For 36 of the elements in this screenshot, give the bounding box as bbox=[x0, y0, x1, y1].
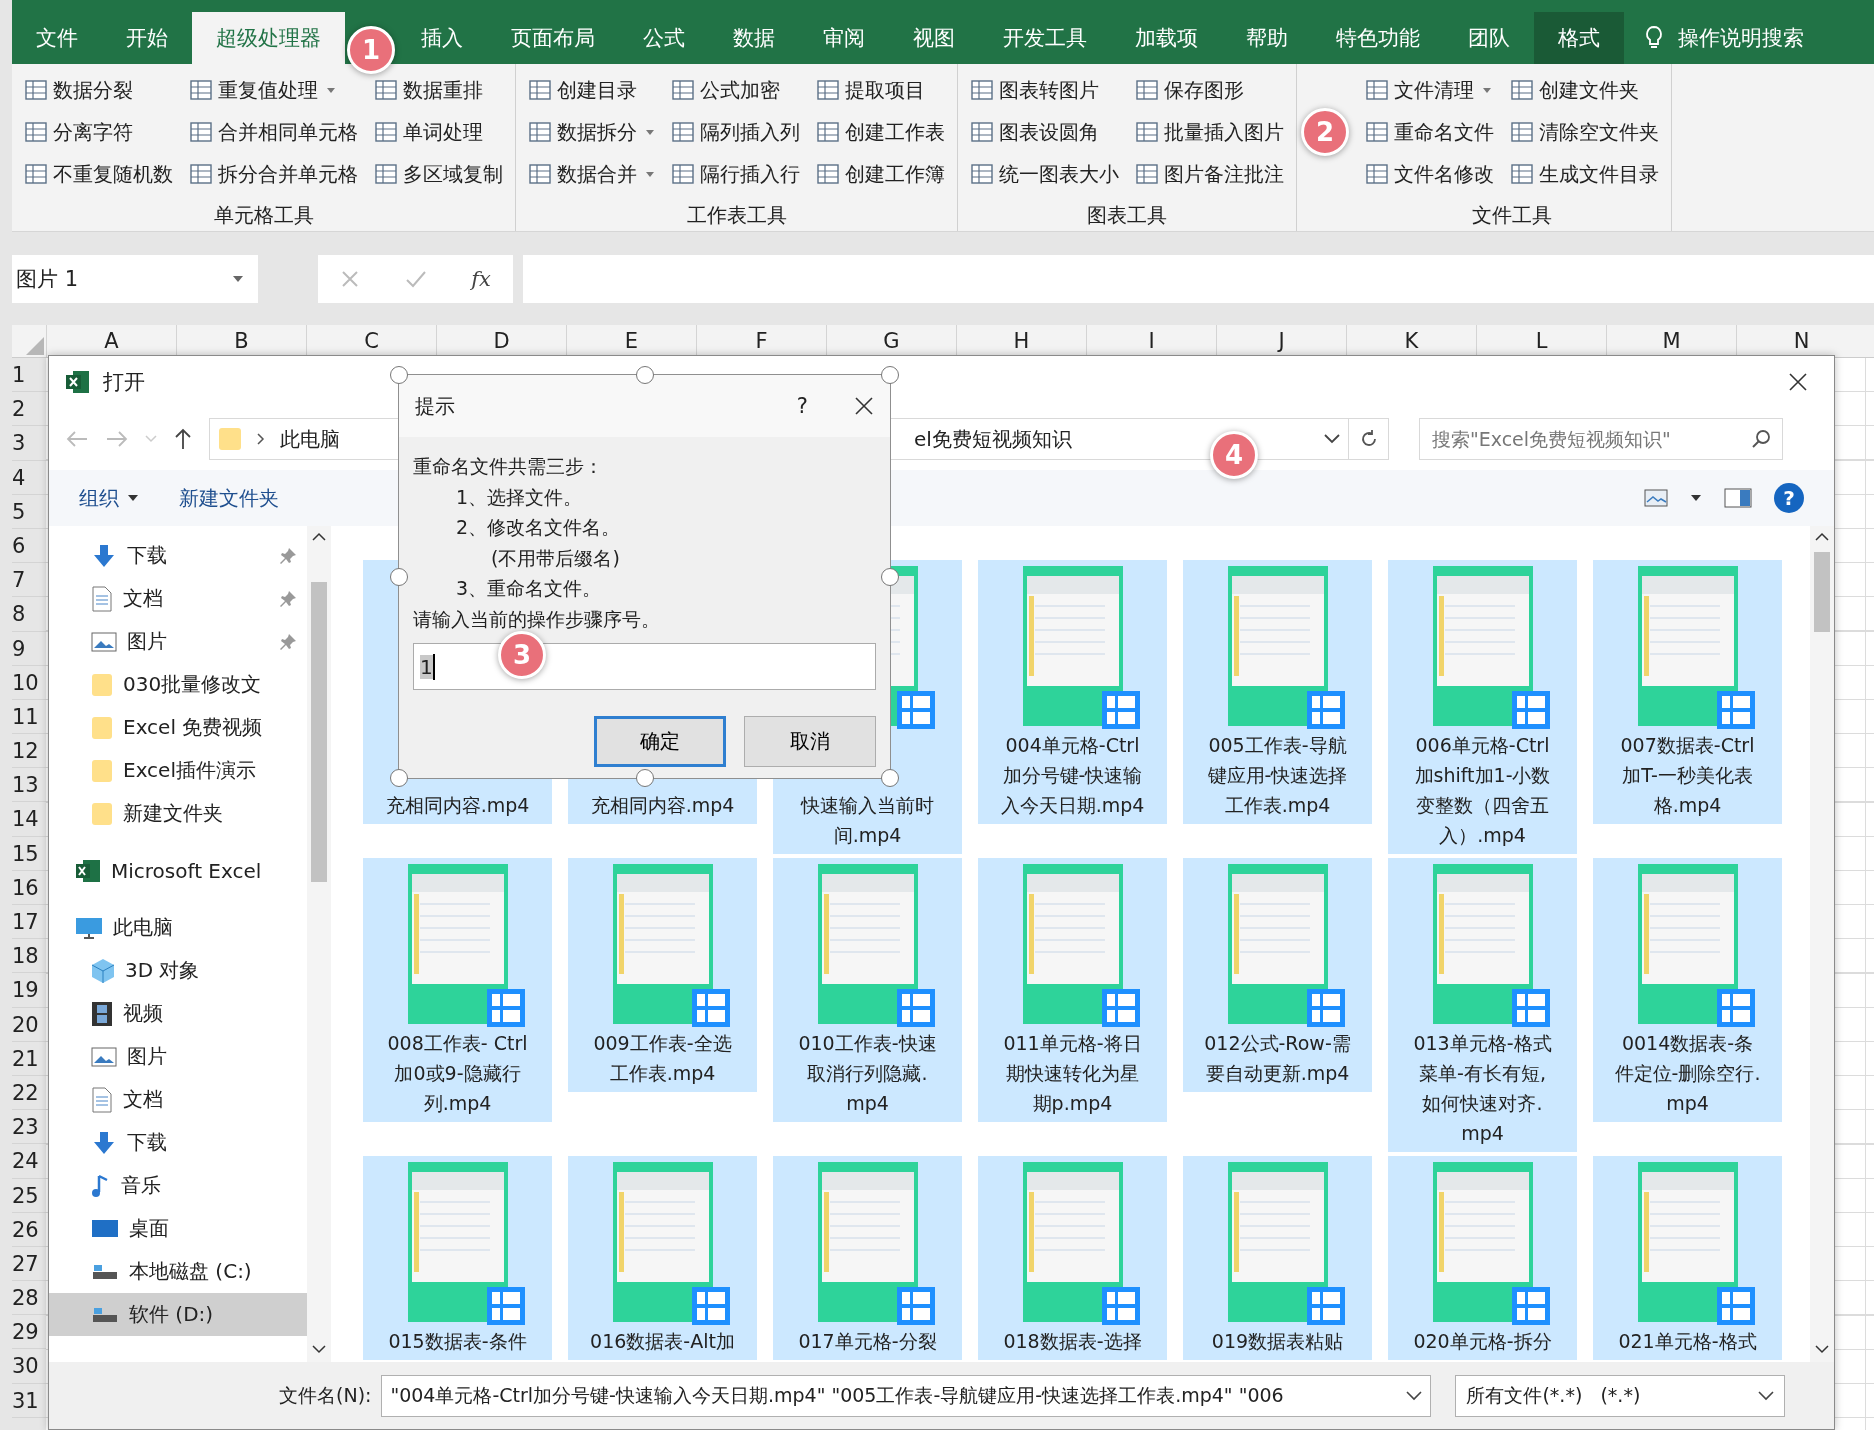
group-label: 图表工具 bbox=[1086, 202, 1168, 229]
message-text: 2、修改名文件名。 bbox=[455, 515, 622, 540]
dialog-title: 提示 bbox=[415, 392, 455, 420]
message-text: 1、选择文件。 bbox=[455, 484, 584, 510]
file-name: 017单元格-分裂 bbox=[798, 1329, 937, 1354]
message-text: 重命名文件共需三步： bbox=[413, 454, 604, 479]
message-text: 3、重命名文件。 bbox=[455, 576, 603, 601]
step-callout: 2 bbox=[1301, 108, 1349, 156]
file-name: 0014数据表-条 件定位-删除空行. mp4 bbox=[1614, 1031, 1761, 1116]
file-name: 012公式-Row-需 要自动更新.mp4 bbox=[1204, 1031, 1351, 1086]
group-label: 文件工具 bbox=[1471, 202, 1553, 229]
file-name: 009工作表-全选 工作表.mp4 bbox=[593, 1031, 732, 1086]
group-label: 单元格工具 bbox=[212, 202, 315, 229]
file-name: 016数据表-Alt加 bbox=[590, 1329, 735, 1354]
file-name: 021单元格-格式 bbox=[1618, 1329, 1757, 1354]
file-name: 充相同内容.mp4 bbox=[590, 793, 735, 818]
file-name: 015数据表-条件 bbox=[388, 1329, 527, 1354]
file-name: 020单元格-拆分 bbox=[1413, 1329, 1552, 1354]
message-text: (不用带后缀名) bbox=[490, 545, 621, 571]
step-callout: 1 bbox=[347, 26, 395, 74]
file-name: 013单元格-格式 菜单-有长有短, 如何快速对齐. mp4 bbox=[1413, 1031, 1552, 1146]
file-name: 005工作表-导航 键应用-快速选择 工作表.mp4 bbox=[1207, 733, 1348, 818]
message-text: 请输入当前的操作步骤序号。 bbox=[413, 606, 661, 632]
file-name: 充相同内容.mp4 bbox=[385, 793, 530, 818]
file-name-label: 文件名(N): bbox=[279, 1382, 372, 1408]
file-name: 011单元格-将日 期快速转化为星 期p.mp4 bbox=[1003, 1031, 1142, 1116]
group-label: 工作表工具 bbox=[685, 202, 788, 229]
file-name: 018数据表-选择 bbox=[1003, 1329, 1142, 1354]
file-name: 008工作表- Ctrl 加0或9-隐藏行 列.mp4 bbox=[387, 1031, 528, 1116]
file-name: 006单元格-Ctrl 加shift加1-小数 变整数（四舍五 入）.mp4 bbox=[1414, 733, 1551, 848]
file-name: 019数据表粘贴 bbox=[1211, 1329, 1344, 1354]
file-name: 007数据表-Ctrl 加T-一秒美化表 格.mp4 bbox=[1620, 733, 1755, 818]
file-name: 010工作表-快速 取消行列隐藏. mp4 bbox=[798, 1031, 937, 1116]
file-name: 004单元格-Ctrl 加分号键-快速输 入今天日期.mp4 bbox=[1000, 733, 1145, 818]
file-name: 快速输入当前时 间.mp4 bbox=[801, 793, 934, 848]
dialog-title: 打开 bbox=[103, 369, 145, 396]
